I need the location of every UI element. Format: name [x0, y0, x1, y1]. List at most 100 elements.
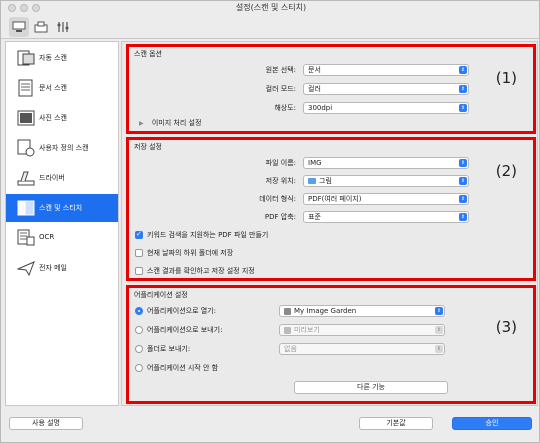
- tools-icon: [57, 22, 69, 32]
- compression-value: 표준: [308, 213, 321, 221]
- send-to-folder-radio[interactable]: 폴더로 보내기:: [135, 343, 190, 355]
- location-select[interactable]: 그림 ⇕: [303, 175, 469, 187]
- checkbox-label: 스캔 결과를 확인하고 저장 설정 지정: [147, 267, 255, 275]
- disclosure-triangle-icon: ▶: [139, 120, 144, 127]
- source-select[interactable]: 문서 ⇕: [303, 64, 469, 76]
- location-value: 그림: [319, 177, 332, 185]
- auto-scan-icon: [17, 50, 35, 66]
- custom-scan-icon: [17, 139, 35, 157]
- toolbar: [1, 15, 540, 39]
- source-label: 원본 선택:: [265, 66, 296, 74]
- source-value: 문서: [308, 66, 321, 74]
- window-title: 설정(스캔 및 스티치): [235, 3, 307, 12]
- sidebar-item-auto-scan[interactable]: 자동 스캔: [6, 44, 118, 72]
- folder-select[interactable]: 없음 ⇕: [279, 343, 445, 355]
- sidebar-item-scan-stitch[interactable]: 스캔 및 스티치: [6, 194, 118, 222]
- color-mode-row: 컬러 모드: 컬러 ⇕: [129, 83, 529, 96]
- resolution-row: 해상도: 300dpi ⇕: [129, 102, 529, 115]
- keyword-pdf-checkbox[interactable]: 키워드 검색을 지원하는 PDF 파일 만들기: [135, 229, 268, 241]
- document-scan-icon: [18, 79, 33, 97]
- scan-stitch-icon: [17, 200, 35, 216]
- compression-row: PDF 압축: 표준 ⇕: [129, 211, 529, 224]
- radio-icon: [135, 326, 143, 334]
- radio-icon: [135, 364, 143, 372]
- more-functions-button[interactable]: 다른 기능: [294, 381, 448, 394]
- checkbox-label: 키워드 검색을 지원하는 PDF 파일 만들기: [147, 231, 269, 239]
- scan-options-section: 스캔 옵션 (1) 원본 선택: 문서 ⇕ 컬러 모드: 컬러 ⇕ 해상도: 300…: [126, 44, 536, 134]
- preview-icon: [284, 326, 291, 334]
- send-to-app-radio[interactable]: 어플리케이션으로 보내기:: [135, 324, 222, 336]
- sidebar-item-custom-scan[interactable]: 사용자 정의 스캔: [6, 134, 118, 162]
- window-controls: [8, 4, 40, 12]
- source-row: 원본 선택: 문서 ⇕: [129, 64, 529, 77]
- section-title: 어플리케이션 설정: [134, 291, 188, 299]
- radio-label: 어플리케이션 시작 안 함: [147, 364, 219, 372]
- app-settings-section: 어플리케이션 설정 (3) 어플리케이션으로 열기: My Image Gard…: [126, 285, 536, 404]
- do-not-start-app-radio[interactable]: 어플리케이션 시작 안 함: [135, 362, 218, 374]
- close-window-button[interactable]: [8, 4, 16, 12]
- send-app-select[interactable]: 미리보기 ⇕: [279, 324, 445, 336]
- folder-icon: [308, 178, 316, 184]
- save-settings-section: 저장 설정 (2) 파일 이름: IMG ⇕ 저장 위치: 그림 ⇕ 데이터 형식:…: [126, 137, 536, 281]
- radio-label: 폴더로 보내기:: [147, 345, 191, 353]
- color-mode-value: 컬러: [308, 85, 321, 93]
- sidebar-item-ocr[interactable]: OCR: [6, 224, 118, 252]
- radio-selected-icon: [135, 307, 143, 315]
- check-results-checkbox[interactable]: 스캔 결과를 확인하고 저장 설정 지정: [135, 265, 255, 277]
- format-value: PDF(여러 페이지): [308, 195, 362, 203]
- folder-value: 없음: [284, 345, 297, 353]
- sidebar-item-label: 사용자 정의 스캔: [39, 144, 89, 152]
- section-title: 저장 설정: [134, 143, 162, 151]
- color-mode-select[interactable]: 컬러 ⇕: [303, 83, 469, 95]
- ok-button[interactable]: 승인: [452, 417, 532, 430]
- resolution-select[interactable]: 300dpi ⇕: [303, 102, 469, 114]
- date-subfolder-checkbox[interactable]: 현재 날짜의 하위 폴더에 저장: [135, 247, 233, 259]
- resolution-label: 해상도:: [274, 104, 296, 112]
- sidebar-item-label: 스캔 및 스티치: [39, 204, 83, 212]
- sidebar-item-document-scan[interactable]: 문서 스캔: [6, 74, 118, 102]
- scan-from-panel-tab[interactable]: [31, 17, 51, 37]
- compression-label: PDF 압축:: [264, 213, 296, 221]
- resolution-value: 300dpi: [308, 104, 333, 112]
- sidebar-item-driver[interactable]: 드라이버: [6, 164, 118, 192]
- open-app-value: My Image Garden: [294, 307, 357, 315]
- location-row: 저장 위치: 그림 ⇕: [129, 175, 529, 188]
- checkbox-icon: [135, 249, 143, 257]
- sidebar-item-label: 사진 스캔: [39, 114, 67, 122]
- compression-select[interactable]: 표준 ⇕: [303, 211, 469, 223]
- panel-scan-icon: [34, 21, 48, 33]
- checkbox-icon: [135, 267, 143, 275]
- instructions-button[interactable]: 사용 설명: [9, 417, 83, 430]
- sidebar-item-label: 문서 스캔: [39, 84, 67, 92]
- filename-select[interactable]: IMG ⇕: [303, 157, 469, 169]
- checkbox-label: 현재 날짜의 하위 폴더에 저장: [147, 249, 234, 257]
- general-settings-tab[interactable]: [53, 17, 73, 37]
- scan-from-computer-tab[interactable]: [9, 17, 29, 37]
- photo-scan-icon: [17, 110, 35, 126]
- radio-icon: [135, 345, 143, 353]
- image-processing-disclosure[interactable]: ▶ 이미지 처리 설정: [139, 118, 201, 128]
- minimize-window-button[interactable]: [20, 4, 28, 12]
- filename-row: 파일 이름: IMG ⇕: [129, 157, 529, 170]
- title-bar: 설정(스캔 및 스티치): [1, 1, 540, 15]
- sidebar-item-label: 자동 스캔: [39, 54, 67, 62]
- chevron-updown-icon: ⇕: [459, 66, 467, 74]
- checkbox-checked-icon: [135, 230, 143, 239]
- open-with-app-radio[interactable]: 어플리케이션으로 열기:: [135, 305, 216, 317]
- format-label: 데이터 형식:: [259, 195, 296, 203]
- defaults-button[interactable]: 기본값: [359, 417, 433, 430]
- send-app-value: 미리보기: [294, 326, 320, 334]
- main-panel: 스캔 옵션 (1) 원본 선택: 문서 ⇕ 컬러 모드: 컬러 ⇕ 해상도: 300…: [121, 41, 538, 406]
- zoom-window-button[interactable]: [32, 4, 40, 12]
- color-mode-label: 컬러 모드:: [265, 85, 296, 93]
- email-icon: [17, 261, 35, 277]
- format-row: 데이터 형식: PDF(여러 페이지) ⇕: [129, 193, 529, 206]
- format-select[interactable]: PDF(여러 페이지) ⇕: [303, 193, 469, 205]
- chevron-updown-icon: ⇕: [459, 159, 467, 167]
- sidebar-item-photo-scan[interactable]: 사진 스캔: [6, 104, 118, 132]
- chevron-updown-icon: ⇕: [459, 195, 467, 203]
- sidebar-item-email[interactable]: 전자 메일: [6, 254, 118, 282]
- computer-scan-icon: [12, 21, 26, 32]
- open-app-select[interactable]: My Image Garden ⇕: [279, 305, 445, 317]
- sidebar-item-label: 전자 메일: [39, 264, 67, 272]
